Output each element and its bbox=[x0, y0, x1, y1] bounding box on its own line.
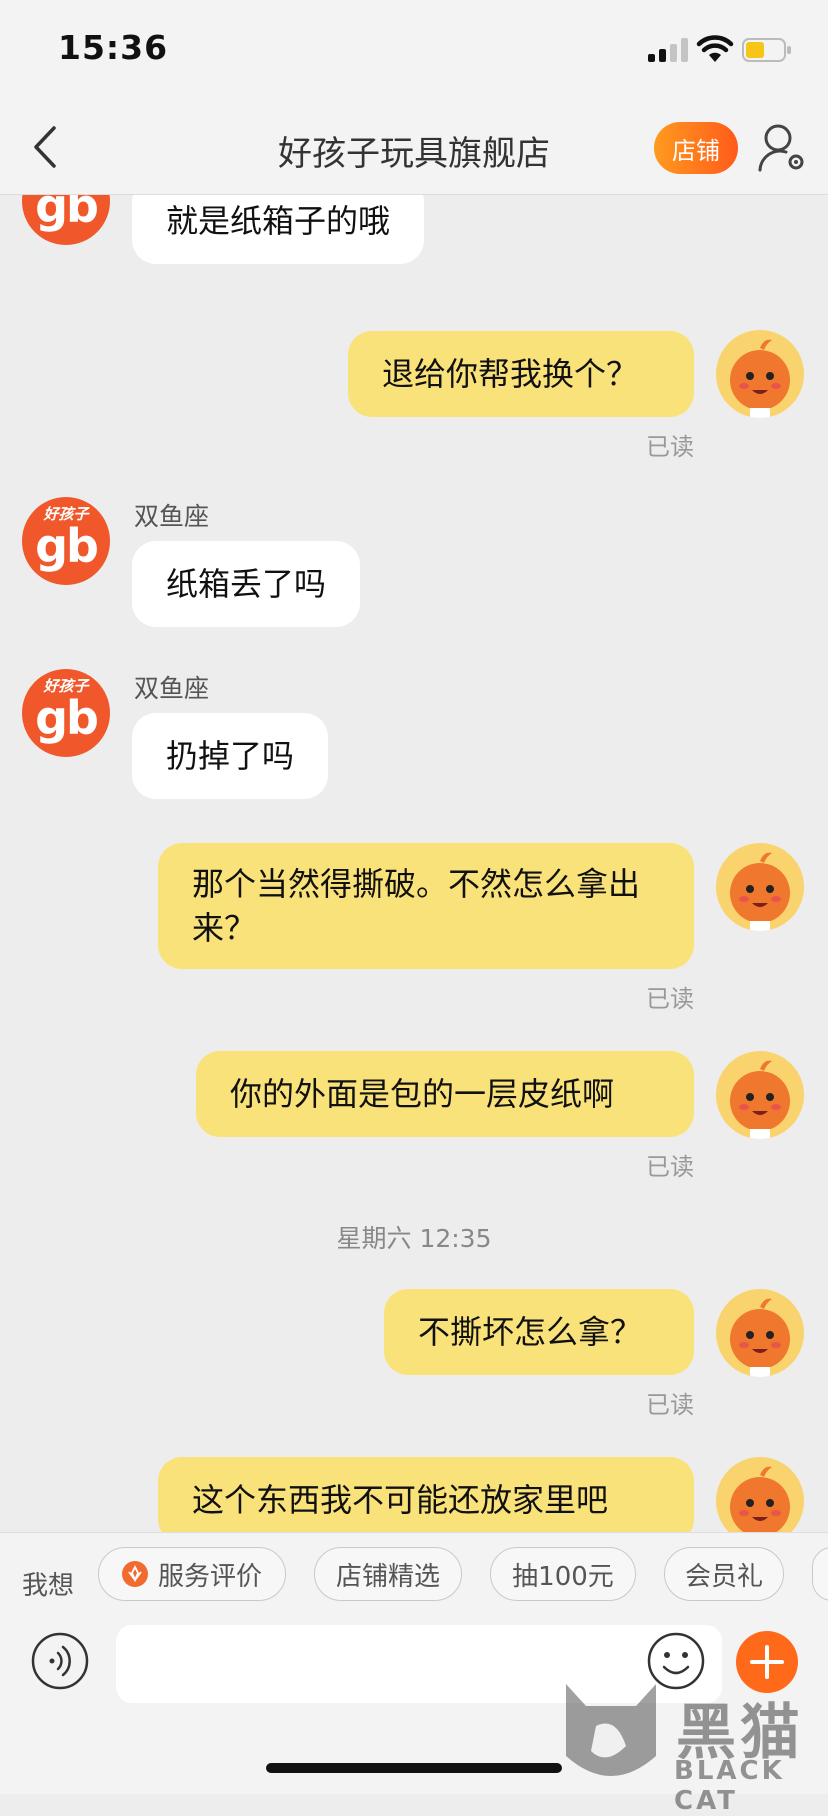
mascot-avatar-icon bbox=[730, 1466, 790, 1532]
read-status: 已读 bbox=[646, 1153, 694, 1181]
incoming-message[interactable]: 扔掉了吗 bbox=[132, 713, 329, 799]
shop-button[interactable]: 店铺 bbox=[654, 122, 738, 174]
user-settings-icon[interactable] bbox=[756, 120, 806, 174]
outgoing-message[interactable]: 不撕坏怎么拿？ bbox=[384, 1289, 694, 1375]
message-text: 扔掉了吗 bbox=[166, 737, 295, 775]
chat-area[interactable]: 好孩子 gb 就是纸箱子的哦 退给你帮我换个？ 已读 好孩子 gb 双鱼座 纸箱… bbox=[0, 195, 828, 1532]
message-text: 那个当然得撕破。不然怎么拿出来？ bbox=[192, 865, 641, 947]
battery-icon bbox=[742, 38, 791, 62]
chip-service-review[interactable]: 服务评价 bbox=[98, 1547, 286, 1601]
watermark-subtitle: BLACK CAT bbox=[674, 1756, 785, 1816]
nav-bar: 好孩子玩具旗舰店 店铺 bbox=[0, 100, 828, 195]
chip-label: 会员礼 bbox=[684, 1561, 763, 1592]
shop-avatar[interactable]: 好孩子 gb bbox=[22, 497, 110, 585]
chip-member-gift[interactable]: 会员礼 bbox=[664, 1547, 784, 1601]
mascot-avatar-icon bbox=[730, 339, 790, 418]
incoming-message[interactable]: 纸箱丢了吗 bbox=[132, 541, 361, 627]
mascot-avatar-icon bbox=[730, 852, 790, 931]
timestamp: 星期六 12:35 bbox=[336, 1224, 492, 1253]
status-bar: 15:36 bbox=[0, 0, 828, 100]
my-avatar[interactable] bbox=[716, 1289, 804, 1377]
my-avatar[interactable] bbox=[716, 330, 804, 418]
chip-label: 抽100元 bbox=[512, 1561, 614, 1592]
black-cat-logo-icon bbox=[566, 1684, 656, 1776]
read-status: 已读 bbox=[646, 433, 694, 461]
home-indicator[interactable] bbox=[266, 1763, 562, 1773]
message-text: 不撕坏怎么拿？ bbox=[418, 1313, 643, 1351]
shop-avatar-logo: gb bbox=[35, 691, 99, 745]
status-time: 15:36 bbox=[58, 28, 169, 67]
my-avatar[interactable] bbox=[716, 1457, 804, 1532]
chip-lottery[interactable]: 抽100元 bbox=[490, 1547, 636, 1601]
shop-avatar[interactable]: 好孩子 gb bbox=[22, 669, 110, 757]
my-avatar[interactable] bbox=[716, 843, 804, 931]
mascot-avatar-icon bbox=[730, 1060, 790, 1139]
shop-avatar-logo: gb bbox=[35, 195, 99, 233]
sender-name: 双鱼座 bbox=[134, 502, 210, 531]
signal-icon bbox=[648, 38, 688, 62]
my-avatar[interactable] bbox=[716, 1051, 804, 1139]
wifi-icon bbox=[696, 35, 734, 62]
message-text: 这个东西我不可能还放家里吧 bbox=[192, 1481, 609, 1519]
shop-avatar[interactable]: 好孩子 gb bbox=[22, 195, 110, 245]
outgoing-message[interactable]: 那个当然得撕破。不然怎么拿出来？ bbox=[158, 843, 694, 969]
shop-avatar-logo: gb bbox=[35, 519, 99, 573]
chip-label: 服务评价 bbox=[157, 1561, 262, 1592]
message-text: 退给你帮我换个？ bbox=[382, 355, 639, 393]
message-text: 纸箱丢了吗 bbox=[166, 565, 327, 603]
voice-icon[interactable] bbox=[30, 1631, 90, 1691]
outgoing-message[interactable]: 退给你帮我换个？ bbox=[348, 331, 694, 417]
service-review-icon bbox=[121, 1561, 148, 1587]
chip-more[interactable] bbox=[812, 1547, 828, 1601]
quick-reply-label: 我想 bbox=[22, 1571, 75, 1601]
watermark: 黑猫 BLACK CAT bbox=[556, 1676, 828, 1816]
chip-label: 店铺精选 bbox=[335, 1561, 440, 1592]
read-status: 已读 bbox=[646, 985, 694, 1013]
outgoing-message[interactable]: 这个东西我不可能还放家里吧 bbox=[158, 1457, 694, 1532]
message-text: 就是纸箱子的哦 bbox=[166, 202, 391, 240]
message-text: 你的外面是包的一层皮纸啊 bbox=[230, 1075, 615, 1113]
chip-shop-picks[interactable]: 店铺精选 bbox=[314, 1547, 462, 1601]
read-status: 已读 bbox=[646, 1391, 694, 1419]
incoming-message[interactable]: 就是纸箱子的哦 bbox=[132, 195, 425, 264]
outgoing-message[interactable]: 你的外面是包的一层皮纸啊 bbox=[196, 1051, 694, 1137]
mascot-avatar-icon bbox=[730, 1298, 790, 1377]
sender-name: 双鱼座 bbox=[134, 674, 210, 703]
